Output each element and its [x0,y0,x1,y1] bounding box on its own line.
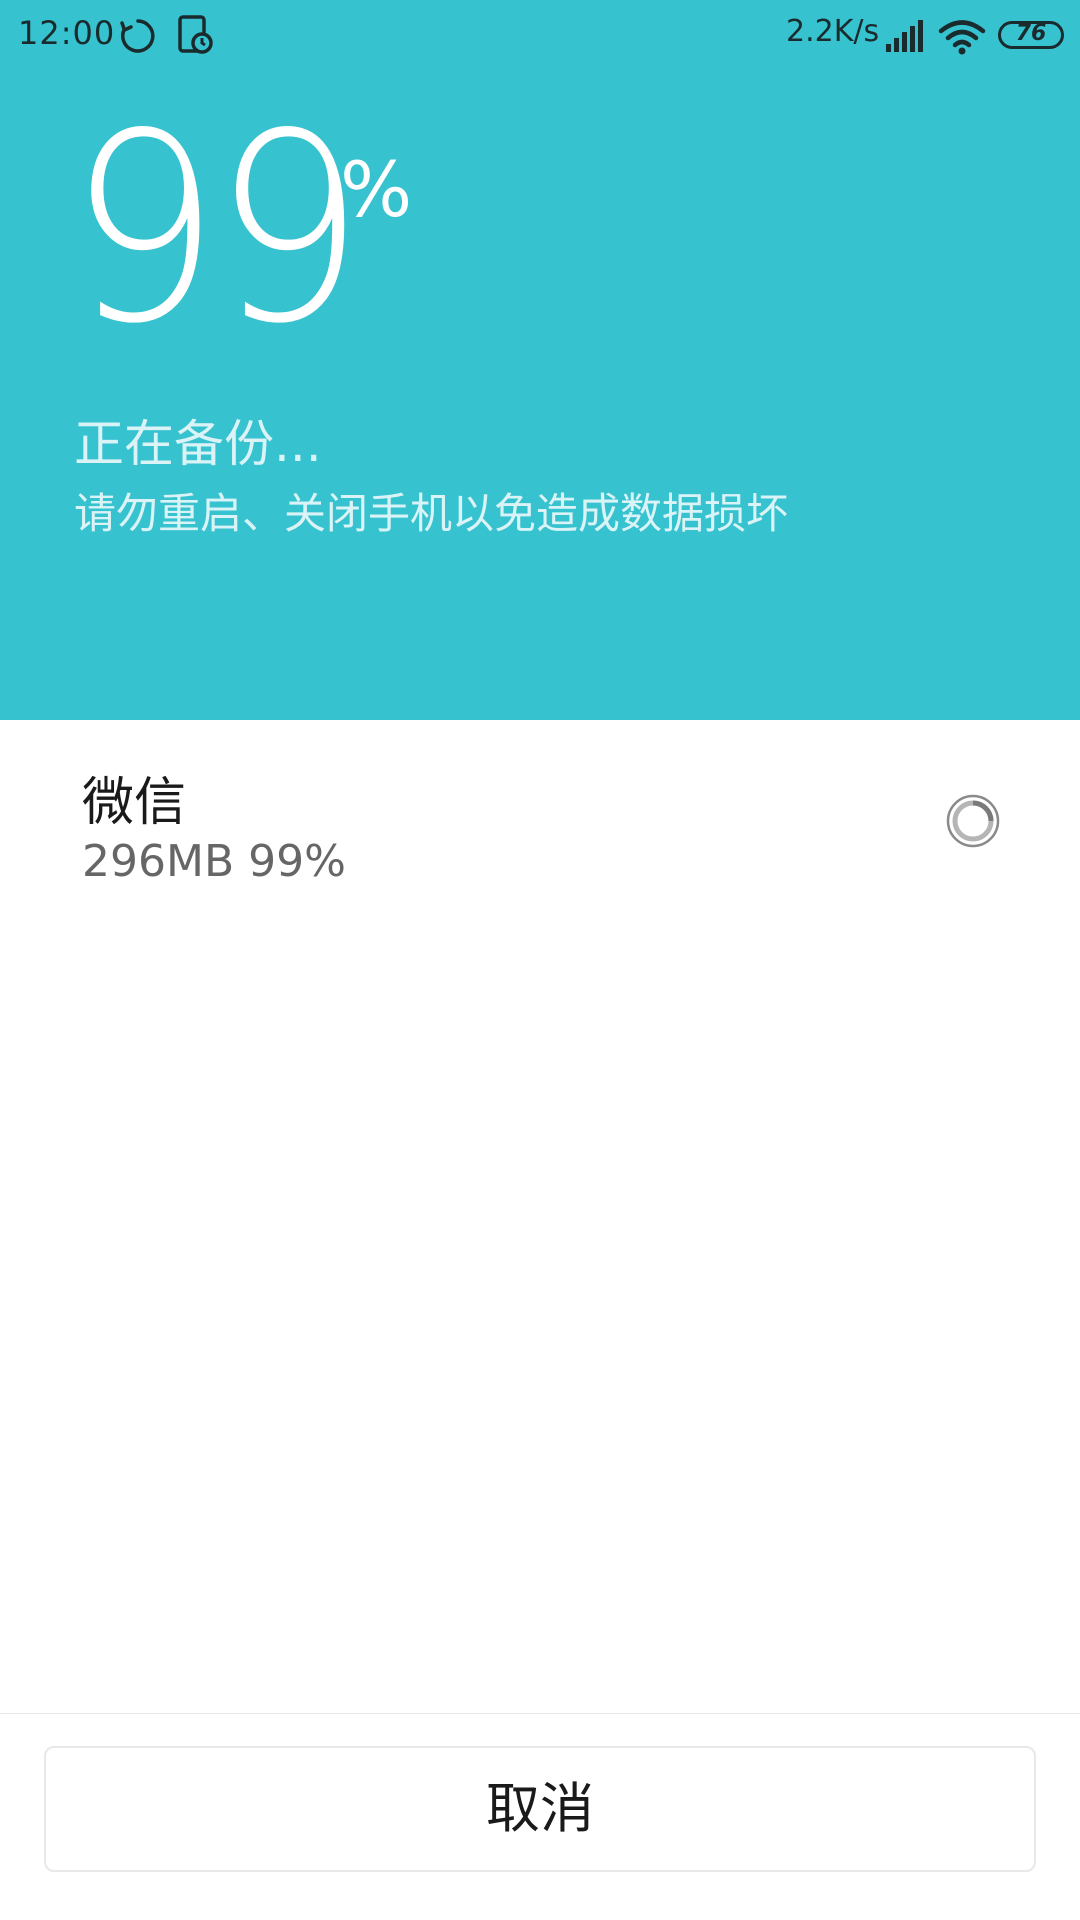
divider [0,1713,1080,1714]
progress-percent-sign: % [340,145,413,234]
signal-icon [886,20,923,52]
app-name: 微信 [82,773,187,833]
battery-level-text: 76 [1015,21,1047,46]
backup-icon [178,15,213,54]
backup-warning-text: 请勿重启、关闭手机以免造成数据损坏 [74,489,789,538]
spinner-icon [946,794,1000,848]
list-item: 微信 296MB 99% [0,720,1080,900]
progress-number: 99 [68,79,365,381]
network-speed: 2.2K/s [786,14,880,49]
battery-icon: 76 [998,21,1064,49]
backup-header: 12:00 2.2K/s 76 99 % 正在备份... 请勿重启、关闭手机以免… [0,0,1080,720]
backup-status-title: 正在备份... [74,415,322,473]
cancel-button[interactable]: 取消 [44,1746,1036,1872]
wifi-icon [938,20,986,55]
status-time: 12:00 [18,14,116,52]
sync-icon [120,19,155,53]
app-backup-detail: 296MB 99% [82,836,346,887]
status-bar: 12:00 2.2K/s 76 [0,0,1080,72]
